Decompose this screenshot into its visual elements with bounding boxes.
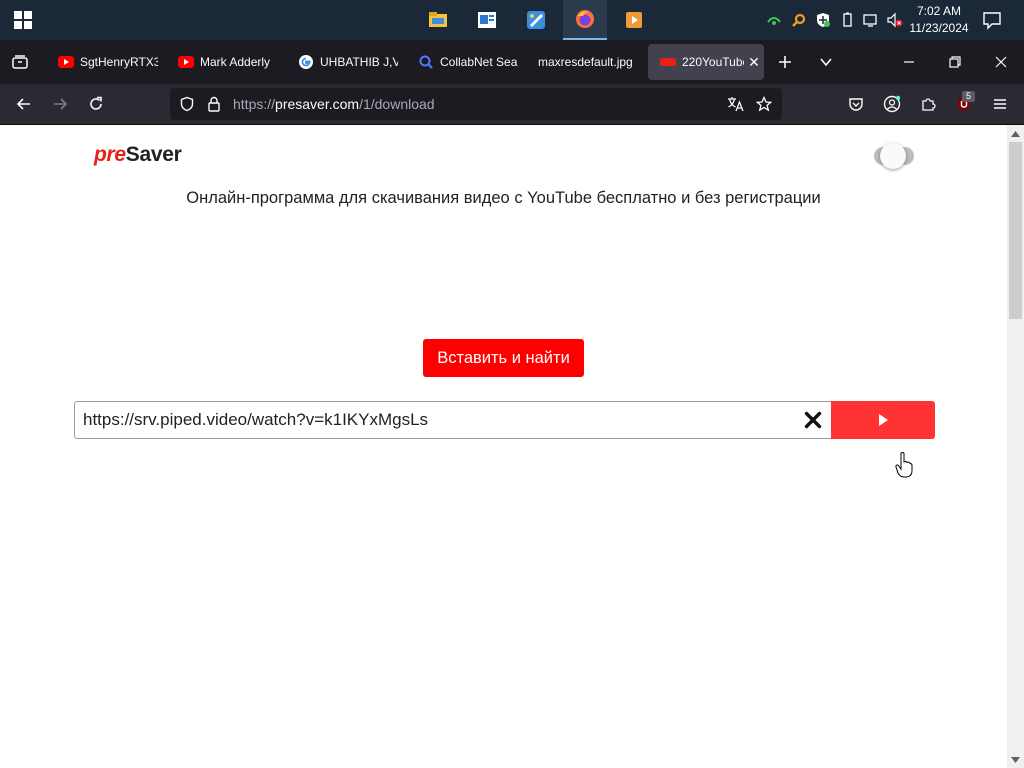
- page-tagline: Онлайн-программа для скачивания видео с …: [186, 189, 821, 207]
- firefox-icon[interactable]: [563, 0, 607, 40]
- scroll-down-arrow-icon[interactable]: [1007, 751, 1024, 768]
- hand-pointer-cursor-icon: [895, 452, 913, 478]
- tab-google[interactable]: UHBATHIB J,VI: [286, 44, 398, 80]
- search-submit-button[interactable]: [831, 401, 935, 439]
- file-explorer-icon[interactable]: [416, 0, 460, 40]
- url-scheme: https://: [233, 96, 276, 112]
- close-window-icon[interactable]: [978, 40, 1024, 84]
- tab-mark-adderly[interactable]: Mark Adderly: [166, 44, 278, 80]
- tracking-protection-shield-icon[interactable]: [177, 94, 197, 114]
- media-player-icon[interactable]: [612, 0, 656, 40]
- translate-icon[interactable]: [726, 94, 746, 114]
- menu-hamburger-icon[interactable]: [985, 89, 1015, 119]
- search-tray-icon[interactable]: [788, 0, 810, 40]
- search-icon: [418, 54, 434, 70]
- windows-start-icon[interactable]: [14, 11, 32, 29]
- pocket-icon[interactable]: [841, 89, 871, 119]
- tab-close-icon[interactable]: ✕: [744, 54, 764, 71]
- theme-toggle-switch[interactable]: [874, 143, 914, 169]
- presaver-logo[interactable]: preSaver: [94, 143, 182, 167]
- security-shield-icon[interactable]: [812, 0, 834, 40]
- address-bar[interactable]: https://presaver.com/1/download: [170, 88, 782, 120]
- youtube-icon: [58, 54, 74, 70]
- back-arrow-icon[interactable]: [9, 89, 39, 119]
- tab-sgthenryrtx[interactable]: SgtHenryRTX3: [46, 44, 158, 80]
- logo-saver-text: Saver: [125, 143, 182, 166]
- news-app-icon[interactable]: [465, 0, 509, 40]
- scroll-up-arrow-icon[interactable]: [1007, 125, 1024, 142]
- google-icon: [298, 54, 314, 70]
- url-search-form: [74, 401, 935, 439]
- list-all-tabs-chevron-icon[interactable]: [808, 44, 844, 80]
- restore-icon[interactable]: [932, 40, 978, 84]
- toggle-knob: [880, 143, 906, 169]
- tab-title: CollabNet Sea: [440, 55, 518, 69]
- system-clock[interactable]: 7:02 AM 11/23/2024: [904, 3, 974, 37]
- tab-maxresdefault[interactable]: maxresdefault.jpg: [526, 44, 638, 80]
- youtube-icon: [178, 54, 194, 70]
- url-host: presaver.com: [275, 96, 360, 112]
- volume-muted-icon[interactable]: [884, 0, 906, 40]
- page-viewport: preSaver Онлайн-программа для скачивания…: [0, 125, 1007, 768]
- minimize-icon[interactable]: [886, 40, 932, 84]
- battery-icon[interactable]: [836, 0, 858, 40]
- tab-title: 220YouTube: [682, 55, 744, 69]
- network-tray-icon[interactable]: [763, 0, 785, 40]
- reload-icon[interactable]: [81, 89, 111, 119]
- extensions-puzzle-icon[interactable]: [913, 89, 943, 119]
- windows-taskbar: 7:02 AM 11/23/2024: [0, 0, 1024, 40]
- tab-title: SgtHenryRTX3: [80, 55, 158, 69]
- extension-count-badge: 5: [962, 91, 975, 102]
- forward-arrow-icon[interactable]: [45, 89, 75, 119]
- page-scrollbar[interactable]: [1007, 125, 1024, 768]
- video-url-input[interactable]: [83, 402, 783, 438]
- scrollbar-thumb[interactable]: [1009, 142, 1022, 319]
- bookmark-star-icon[interactable]: [754, 94, 774, 114]
- clear-input-icon[interactable]: [797, 402, 829, 438]
- clock-date: 11/23/2024: [909, 21, 969, 35]
- tab-title: Mark Adderly: [200, 55, 271, 69]
- lock-icon[interactable]: [204, 94, 224, 114]
- tab-title: UHBATHIB J,VI: [320, 55, 398, 69]
- url-path: /1/download: [359, 96, 435, 112]
- paint-app-icon[interactable]: [514, 0, 558, 40]
- clock-time: 7:02 AM: [916, 4, 962, 18]
- paste-and-search-button[interactable]: Вставить и найти: [423, 339, 584, 377]
- presaver-icon: [660, 54, 676, 70]
- new-tab-icon[interactable]: [767, 44, 803, 80]
- url-text[interactable]: https://presaver.com/1/download: [233, 96, 435, 112]
- navigation-toolbar: https://presaver.com/1/download: [0, 84, 1024, 125]
- notification-icon[interactable]: [980, 8, 1004, 32]
- play-arrow-icon: [879, 414, 888, 426]
- tab-title: maxresdefault.jpg: [538, 55, 633, 69]
- browser-tab-strip: SgtHenryRTX3 Mark Adderly UHBATHIB J,VI …: [0, 40, 1024, 84]
- firefox-view-icon[interactable]: [2, 44, 38, 80]
- logo-pre-text: pre: [94, 143, 126, 166]
- tab-presaver[interactable]: 220YouTube ✕: [648, 44, 764, 80]
- tab-collabnet[interactable]: CollabNet Sea: [406, 44, 518, 80]
- display-icon[interactable]: [860, 0, 882, 40]
- account-icon[interactable]: [877, 89, 907, 119]
